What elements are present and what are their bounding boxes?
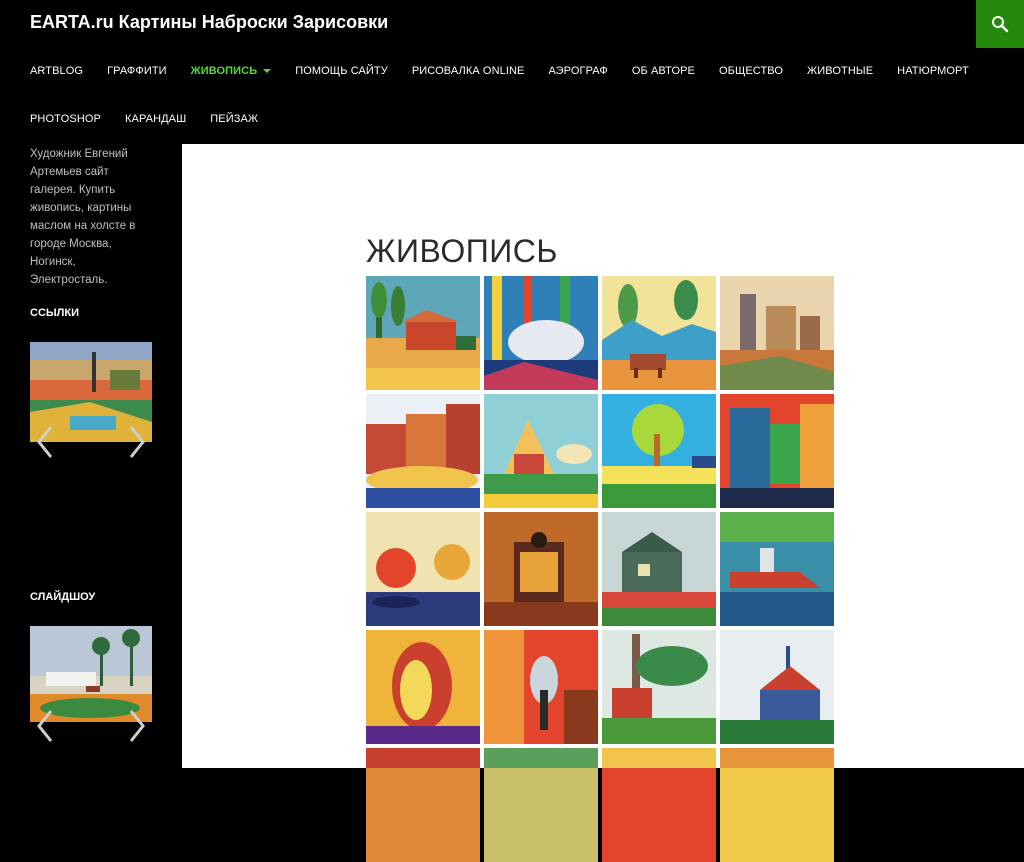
- gallery-thumb[interactable]: [720, 748, 834, 862]
- chevron-right-icon: [129, 426, 145, 458]
- painting-thumbnail: [602, 512, 716, 626]
- page-title: ЖИВОПИСЬ: [366, 233, 558, 270]
- nav-row-1: ARTBLOG ГРАФФИТИ ЖИВОПИСЬ ПОМОЩЬ САЙТУ Р…: [30, 47, 993, 95]
- nav-item-artblog[interactable]: ARTBLOG: [30, 65, 83, 77]
- widget-title-links: ССЫЛКИ: [30, 307, 79, 319]
- painting-thumbnail: [602, 276, 716, 390]
- gallery-thumb[interactable]: [484, 748, 598, 862]
- painting-thumbnail: [720, 394, 834, 508]
- painting-thumbnail: [484, 748, 598, 862]
- nav-item-help[interactable]: ПОМОЩЬ САЙТУ: [295, 65, 388, 77]
- slideshow-next-button[interactable]: [128, 708, 146, 744]
- chevron-left-icon: [37, 710, 53, 742]
- nav-item-society[interactable]: ОБЩЕСТВО: [719, 65, 783, 77]
- gallery-thumb[interactable]: [720, 276, 834, 390]
- gallery-thumb[interactable]: [366, 394, 480, 508]
- painting-thumbnail: [366, 748, 480, 862]
- gallery-thumb[interactable]: [602, 394, 716, 508]
- gallery-thumb[interactable]: [720, 394, 834, 508]
- links-next-button[interactable]: [128, 424, 146, 460]
- gallery-grid: [366, 276, 834, 862]
- gallery-thumb[interactable]: [366, 630, 480, 744]
- caret-down-icon: [263, 69, 272, 74]
- painting-thumbnail: [366, 630, 480, 744]
- nav-item-pencil[interactable]: КАРАНДАШ: [125, 113, 186, 125]
- painting-thumbnail: [484, 512, 598, 626]
- nav-item-photoshop[interactable]: PHOTOSHOP: [30, 113, 101, 125]
- gallery-thumb[interactable]: [484, 630, 598, 744]
- painting-thumbnail: [602, 630, 716, 744]
- nav-item-about[interactable]: ОБ АВТОРЕ: [632, 65, 695, 77]
- nav-row-2: PHOTOSHOP КАРАНДАШ ПЕЙЗАЖ: [30, 95, 282, 143]
- nav-item-painting[interactable]: ЖИВОПИСЬ: [191, 65, 272, 77]
- painting-thumbnail: [366, 512, 480, 626]
- painting-thumbnail: [720, 512, 834, 626]
- content-area: ЖИВОПИСЬ: [182, 144, 1024, 862]
- links-prev-button[interactable]: [36, 424, 54, 460]
- painting-thumbnail: [366, 276, 480, 390]
- painting-thumbnail: [484, 276, 598, 390]
- sidebar-description: Художник Евгений Артемьев сайт галерея. …: [30, 148, 136, 286]
- gallery-thumb[interactable]: [720, 512, 834, 626]
- painting-thumbnail: [366, 394, 480, 508]
- gallery-thumb[interactable]: [602, 748, 716, 862]
- painting-thumbnail: [602, 748, 716, 862]
- gallery-thumb[interactable]: [720, 630, 834, 744]
- painting-thumbnail: [720, 630, 834, 744]
- search-icon: [992, 16, 1009, 33]
- chevron-right-icon: [129, 710, 145, 742]
- painting-thumbnail: [484, 394, 598, 508]
- site-title[interactable]: EARTA.ru Картины Наброски Зарисовки: [30, 10, 388, 34]
- gallery-thumb[interactable]: [484, 276, 598, 390]
- painting-thumbnail: [484, 630, 598, 744]
- gallery-thumb[interactable]: [602, 630, 716, 744]
- gallery-thumb[interactable]: [602, 512, 716, 626]
- painting-thumbnail: [720, 276, 834, 390]
- gallery-thumb[interactable]: [484, 394, 598, 508]
- nav-item-still-life[interactable]: НАТЮРМОРТ: [897, 65, 969, 77]
- widget-title-slideshow: СЛАЙДШОУ: [30, 591, 96, 603]
- gallery-thumb[interactable]: [484, 512, 598, 626]
- painting-thumbnail: [720, 748, 834, 862]
- gallery-thumb[interactable]: [602, 276, 716, 390]
- nav-item-graffiti[interactable]: ГРАФФИТИ: [107, 65, 167, 77]
- search-button[interactable]: [976, 0, 1024, 48]
- gallery-thumb[interactable]: [366, 748, 480, 862]
- painting-thumbnail: [602, 394, 716, 508]
- gallery-thumb[interactable]: [366, 276, 480, 390]
- nav-item-draw-online[interactable]: РИСОВАЛКА ONLINE: [412, 65, 525, 77]
- nav-item-airbrush[interactable]: АЭРОГРАФ: [548, 65, 607, 77]
- nav-item-painting-label: ЖИВОПИСЬ: [190, 65, 258, 77]
- nav-item-animals[interactable]: ЖИВОТНЫЕ: [807, 65, 873, 77]
- chevron-left-icon: [37, 426, 53, 458]
- slideshow-prev-button[interactable]: [36, 708, 54, 744]
- nav-item-landscape[interactable]: ПЕЙЗАЖ: [210, 113, 258, 125]
- gallery-thumb[interactable]: [366, 512, 480, 626]
